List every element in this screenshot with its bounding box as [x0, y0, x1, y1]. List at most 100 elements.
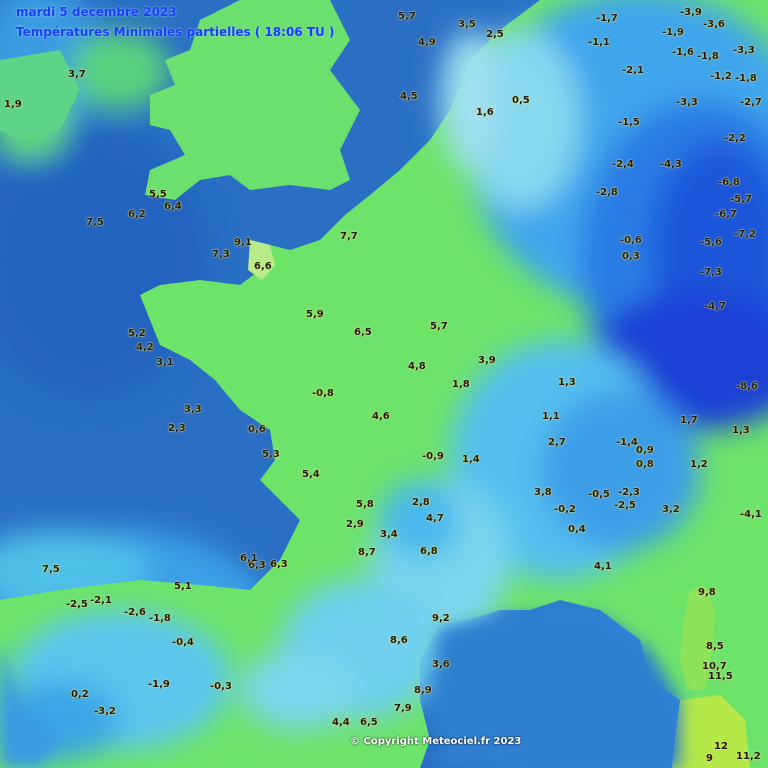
station-temperature: 4,6 — [372, 411, 390, 422]
station-temperature: 3,9 — [478, 355, 496, 366]
station-temperature: 1,1 — [542, 411, 560, 422]
map-subtitle: Températures Minimales partielles ( 18:0… — [16, 25, 335, 39]
station-temperature: -1,4 — [616, 437, 638, 448]
station-temperature: -2,1 — [622, 65, 644, 76]
station-temperature: 1,8 — [452, 379, 470, 390]
station-temperature: 0,8 — [636, 459, 654, 470]
station-temperature: 0,5 — [512, 95, 530, 106]
station-temperature: 5,9 — [306, 309, 324, 320]
station-temperature: 12 — [714, 741, 728, 752]
station-temperature: -1,2 — [710, 71, 732, 82]
station-temperature: 4,9 — [418, 37, 436, 48]
station-temperature: 0,9 — [636, 445, 654, 456]
station-temperature: -0,8 — [312, 388, 334, 399]
station-temperature: 1,9 — [4, 99, 22, 110]
station-temperature: -2,6 — [124, 607, 146, 618]
station-temperature: -8,6 — [736, 381, 758, 392]
station-temperature: 2,5 — [486, 29, 504, 40]
station-temperature: -0,6 — [620, 235, 642, 246]
station-temperature: 5,7 — [398, 11, 416, 22]
station-temperature: 11,5 — [708, 671, 733, 682]
station-temperature: 5,4 — [302, 469, 320, 480]
station-temperature: 9 — [706, 753, 713, 764]
station-temperature: 5,2 — [128, 328, 146, 339]
station-temperature: -7,2 — [734, 229, 756, 240]
station-temperature: -2,8 — [596, 187, 618, 198]
station-temperature: -6,7 — [715, 209, 737, 220]
station-temperature: 4,7 — [426, 513, 444, 524]
station-temperature: -1,8 — [697, 51, 719, 62]
station-temperature: 7,7 — [340, 231, 358, 242]
station-temperature: 4,5 — [400, 91, 418, 102]
station-temperature: -2,5 — [66, 599, 88, 610]
station-temperature: 0,6 — [248, 424, 266, 435]
station-temperature: 0,3 — [622, 251, 640, 262]
station-temperature: 5,8 — [356, 499, 374, 510]
station-temperature: 3,7 — [68, 69, 86, 80]
station-temperature: -1,8 — [149, 613, 171, 624]
station-temperature: 6,2 — [128, 209, 146, 220]
station-temperature: 7,9 — [394, 703, 412, 714]
station-temperature: 6,1 — [240, 553, 258, 564]
station-temperature: -4,3 — [660, 159, 682, 170]
station-temperature: 1,3 — [732, 425, 750, 436]
station-temperature: -4,1 — [740, 509, 762, 520]
station-temperature: 2,9 — [346, 519, 364, 530]
station-temperature: -3,6 — [703, 19, 725, 30]
station-temperature: 7,3 — [212, 249, 230, 260]
station-temperature: 6,4 — [164, 201, 182, 212]
station-temperature: -5,6 — [700, 237, 722, 248]
station-temperature: -4,7 — [704, 301, 726, 312]
station-temperature: -3,9 — [680, 7, 702, 18]
station-temperature: -1,8 — [735, 73, 757, 84]
station-temperature: -3,2 — [94, 706, 116, 717]
station-temperature: 4,8 — [408, 361, 426, 372]
station-temperature: 4,2 — [136, 342, 154, 353]
station-temperature: -3,3 — [733, 45, 755, 56]
station-temperature: 2,3 — [168, 423, 186, 434]
station-temperature: 3,2 — [662, 504, 680, 515]
station-temperature: 5,5 — [149, 189, 167, 200]
station-temperature: 3,1 — [156, 357, 174, 368]
station-temperature: -1,7 — [596, 13, 618, 24]
station-temperature: 1,6 — [476, 107, 494, 118]
station-temperature: -2,4 — [612, 159, 634, 170]
station-temperature: 9,2 — [432, 613, 450, 624]
station-temperature: -1,6 — [672, 47, 694, 58]
copyright-text: © Copyright Meteociel.fr 2023 — [350, 736, 522, 747]
station-temperature: 0,2 — [71, 689, 89, 700]
map-date: mardi 5 décembre 2023 — [16, 5, 177, 19]
station-temperature: 5,1 — [174, 581, 192, 592]
station-temperature: -1,1 — [588, 37, 610, 48]
station-temperature: -0,3 — [210, 681, 232, 692]
station-temperature: 6,6 — [254, 261, 272, 272]
station-temperature: 6,5 — [354, 327, 372, 338]
station-temperature: 0,4 — [568, 524, 586, 535]
station-temperature: 3,6 — [432, 659, 450, 670]
station-temperature: -2,7 — [740, 97, 762, 108]
station-temperature: -5,7 — [730, 194, 752, 205]
station-temperature: -1,9 — [662, 27, 684, 38]
station-temperature: 1,7 — [680, 415, 698, 426]
station-temperature: 3,4 — [380, 529, 398, 540]
station-temperature: 7,5 — [86, 217, 104, 228]
station-temperature: -0,2 — [554, 504, 576, 515]
station-temperature: 11,2 — [736, 751, 761, 762]
station-temperature: 1,2 — [690, 459, 708, 470]
station-temperature: 7,5 — [42, 564, 60, 575]
station-temperature: 6,3 — [270, 559, 288, 570]
station-temperature: -2,2 — [724, 133, 746, 144]
station-temperature: 2,7 — [548, 437, 566, 448]
station-temperature: -2,5 — [614, 500, 636, 511]
station-temperature: 8,9 — [414, 685, 432, 696]
station-temperature: 9,8 — [698, 587, 716, 598]
station-temperature: 6,8 — [420, 546, 438, 557]
station-temperature: 3,8 — [534, 487, 552, 498]
station-temperature: -1,9 — [148, 679, 170, 690]
temperature-map — [0, 0, 768, 768]
station-temperature: -2,3 — [618, 487, 640, 498]
station-temperature: 1,4 — [462, 454, 480, 465]
station-temperature: -0,5 — [588, 489, 610, 500]
station-temperature: 8,7 — [358, 547, 376, 558]
station-temperature: 8,6 — [390, 635, 408, 646]
